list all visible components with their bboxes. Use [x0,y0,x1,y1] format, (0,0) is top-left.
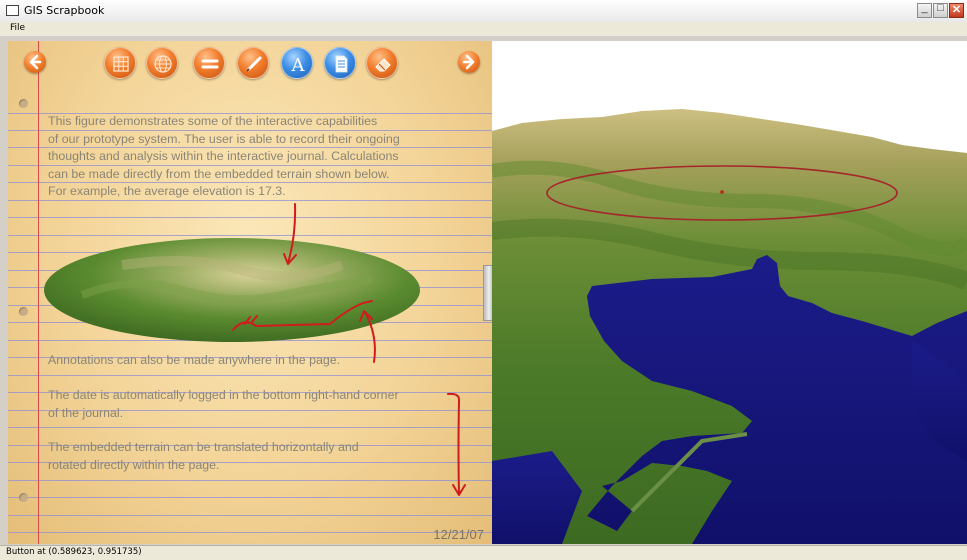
journal-line: For example, the average elevation is 17… [48,184,286,198]
journal-paragraph-date: The date is automatically logged in the … [48,387,399,422]
journal-line: The date is automatically logged in the … [48,388,399,402]
journal-line: of our prototype system. The user is abl… [48,131,400,146]
status-text: Button at (0.589623, 0.951735) [6,547,142,557]
terrain-3d-view[interactable] [492,41,967,544]
journal-line: thoughts and analysis within the interac… [48,149,399,163]
previous-page-button[interactable] [24,51,46,73]
page-tool-button[interactable] [324,47,356,79]
svg-text:A: A [291,55,306,76]
window-title: GIS Scrapbook [24,4,105,17]
embedded-terrain[interactable] [42,235,422,345]
globe-tool-button[interactable] [146,47,178,79]
equals-icon [201,59,219,69]
rule-line [8,497,492,498]
menu-bar: File [0,22,967,37]
journal-annotation-note: Annotations can also be made anywhere in… [48,353,341,367]
journal-line: This figure demonstrates some of the int… [48,114,378,128]
journal-date: 12/21/07 [433,527,484,542]
journal-line: rotated directly within the page. [48,457,220,472]
rule-line [8,532,492,533]
minimize-icon: _ [921,2,928,14]
terrain-render [492,109,967,544]
rule-line [8,217,492,218]
journal-paragraph-intro: This figure demonstrates some of the int… [48,113,400,201]
maximize-button[interactable]: □ [933,2,948,18]
text-icon: A [291,55,306,76]
close-icon: ✕ [951,4,962,16]
title-bar: GIS Scrapbook _ □ ✕ [0,0,967,23]
binder-hole [19,493,28,502]
rule-line [8,515,492,516]
minimize-button[interactable]: _ [917,2,932,18]
margin-line [38,41,39,544]
globe-icon [154,55,172,73]
page-icon [335,55,348,73]
status-bar: Button at (0.589623, 0.951735) [0,545,967,560]
eraser-tool-button[interactable] [366,47,398,79]
journal-paragraph-terrain: The embedded terrain can be translated h… [48,439,359,474]
journal-line: of the journal. [48,405,124,420]
calculate-tool-button[interactable] [193,47,225,79]
rule-line [8,427,492,428]
rule-line [8,480,492,481]
rule-line [8,375,492,376]
journal-page[interactable]: A This figure demonstrates some of the i… [8,41,492,544]
journal-line: The embedded terrain can be translated h… [48,440,359,454]
journal-line: can be made directly from the embedded t… [48,166,390,181]
eraser-icon [375,58,391,72]
close-button[interactable]: ✕ [949,3,964,18]
maximize-icon: □ [937,2,944,14]
grid-icon [113,56,129,72]
binder-hole [19,99,28,108]
pen-icon [246,56,262,72]
next-page-button[interactable] [458,51,480,73]
menu-file[interactable]: File [10,23,25,33]
grid-tool-button[interactable] [104,47,136,79]
pen-tool-button[interactable] [237,47,269,79]
arrow-right-icon [462,54,475,70]
text-tool-button[interactable]: A [281,47,313,79]
binder-hole [19,307,28,316]
app-window-icon [6,5,19,16]
arrow-left-icon [29,54,42,70]
